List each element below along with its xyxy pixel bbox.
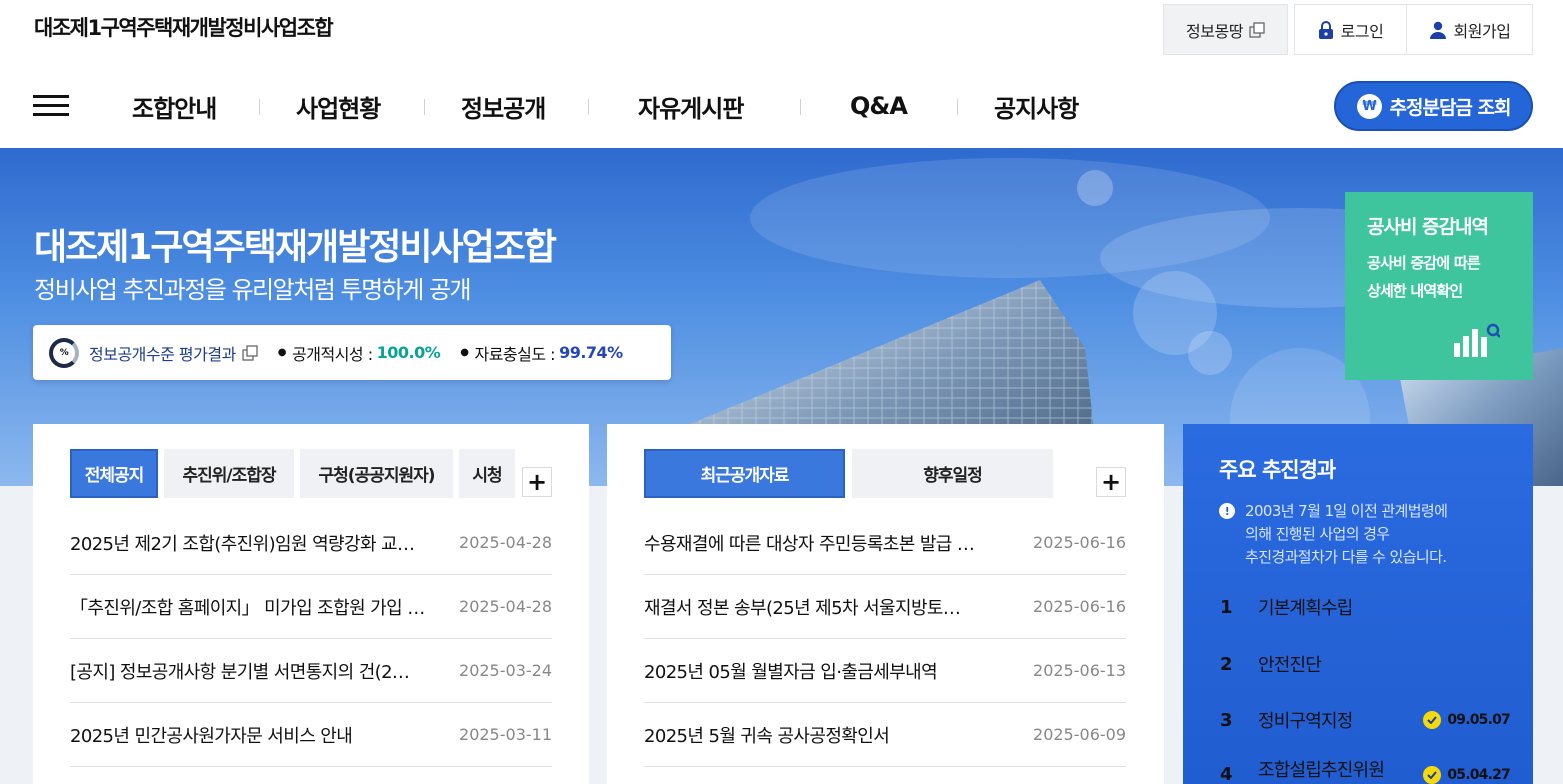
tab-all-notices[interactable]: 전체공지 xyxy=(70,449,158,498)
step-label: 기본계획수립 xyxy=(1258,598,1353,619)
login-label: 로그인 xyxy=(1340,21,1384,41)
list-item[interactable]: 2025년 제2기 조합(추진위)임원 역량강화 교… 2025-04-28 xyxy=(70,511,552,575)
nav-divider xyxy=(424,99,425,115)
list-item[interactable]: 「추진위/조합 홈페이지」 미가입 조합원 가입 … 2025-04-28 xyxy=(70,575,552,639)
info-icon: ! xyxy=(1219,503,1235,519)
nav-item-free-board[interactable]: 자유게시판 xyxy=(638,88,744,124)
progress-title: 주요 추진경과 xyxy=(1219,458,1336,482)
nav-divider xyxy=(957,99,958,115)
list-item-title: 2025년 민간공사원가자문 서비스 안내 xyxy=(70,725,353,747)
estimate-share-label: 추정분담금 조회 xyxy=(1389,96,1512,119)
percent-icon: % xyxy=(49,337,79,368)
list-item-date: 2025-06-16 xyxy=(1033,533,1126,552)
step-label: 정비구역지정 xyxy=(1258,711,1353,732)
bullet-icon: ● xyxy=(460,347,469,358)
openness-value: 100.0% xyxy=(376,343,441,362)
list-item[interactable]: 수용재결에 따른 대상자 주민등록초본 발급 … 2025-06-16 xyxy=(644,511,1126,575)
tab-district-office[interactable]: 구청(공공지원자) xyxy=(300,449,453,498)
hero-title: 대조제1구역주택재개발정비사업조합 xyxy=(34,227,557,268)
notice-more-button[interactable]: + xyxy=(522,467,552,497)
progress-step[interactable]: 1 기본계획수립 xyxy=(1220,594,1510,620)
list-item-date: 2025-06-16 xyxy=(1033,597,1126,616)
nav-item-disclosure[interactable]: 정보공개 xyxy=(461,88,546,124)
list-item-date: 2025-06-09 xyxy=(1033,725,1126,744)
join-label: 회원가입 xyxy=(1453,21,1511,41)
nav-divider xyxy=(588,99,589,115)
nav-item-business-status[interactable]: 사업현황 xyxy=(296,88,381,124)
list-item-date: 2025-04-28 xyxy=(459,533,552,552)
nav-item-union-info[interactable]: 조합안내 xyxy=(132,88,217,124)
cost-card-title: 공사비 증감내역 xyxy=(1367,216,1489,238)
bullet-icon: ● xyxy=(277,347,287,358)
nav-item-notices[interactable]: 공지사항 xyxy=(994,88,1079,124)
list-item-title: 수용재결에 따른 대상자 주민등록초본 발급 … xyxy=(644,533,975,555)
step-label: 안전진단 xyxy=(1258,655,1322,676)
nav-item-qna[interactable]: Q&A xyxy=(850,88,908,124)
hero-subtitle: 정비사업 추진과정을 유리알처럼 투명하게 공개 xyxy=(34,276,472,304)
list-item-title: 2025년 05월 월별자금 입·출금세부내역 xyxy=(644,661,938,683)
progress-step[interactable]: 4 조합설립추진위원 05.04.27 xyxy=(1220,752,1511,784)
fidelity-label: 자료충실도 : xyxy=(474,344,556,364)
check-icon xyxy=(1423,765,1442,784)
tab-committee[interactable]: 추진위/조합장 xyxy=(164,449,294,498)
lock-icon xyxy=(1318,20,1334,39)
data-more-button[interactable]: + xyxy=(1096,467,1126,497)
progress-step[interactable]: 3 정비구역지정 09.05.07 xyxy=(1220,707,1511,733)
step-number: 3 xyxy=(1220,709,1233,731)
list-item-date: 2025-06-13 xyxy=(1033,661,1126,680)
progress-note-line: 2003년 7월 1일 이전 관계법령에 xyxy=(1245,502,1448,520)
cost-change-card[interactable]: 공사비 증감내역 공사비 증감에 따른 상세한 내역확인 xyxy=(1345,192,1533,380)
list-item-date: 2025-03-11 xyxy=(459,725,552,744)
step-date-value: 05.04.27 xyxy=(1447,766,1510,783)
cost-card-desc-2: 상세한 내역확인 xyxy=(1367,282,1463,300)
tab-upcoming-schedule[interactable]: 향후일정 xyxy=(852,449,1053,498)
step-date: 05.04.27 xyxy=(1423,754,1511,784)
login-button[interactable]: 로그인 xyxy=(1294,4,1406,55)
list-item-title: 2025년 제2기 조합(추진위)임원 역량강화 교… xyxy=(70,533,415,555)
progress-note: ! 2003년 7월 1일 이전 관계법령에 의해 진행된 사업의 경우 추진경… xyxy=(1219,500,1497,569)
list-item-title: 2025년 5월 귀속 공사공정확인서 xyxy=(644,725,890,747)
evaluation-result-link[interactable]: 정보공개수준 평가결과 xyxy=(89,341,258,365)
check-icon xyxy=(1423,711,1442,729)
list-item[interactable]: 2025년 민간공사원가자문 서비스 안내 2025-03-11 xyxy=(70,703,552,767)
info-link-label: 정보몽땅 xyxy=(1186,21,1243,41)
tab-city-hall[interactable]: 시청 xyxy=(459,449,515,498)
list-item[interactable]: 2025년 05월 월별자금 입·출금세부내역 2025-06-13 xyxy=(644,639,1126,703)
list-item[interactable]: 2025년 5월 귀속 공사공정확인서 2025-06-09 xyxy=(644,703,1126,767)
list-item-date: 2025-04-28 xyxy=(459,597,552,616)
step-date: 09.05.07 xyxy=(1423,711,1511,729)
user-icon xyxy=(1429,21,1447,39)
list-item-date: 2025-03-24 xyxy=(459,661,552,680)
step-number: 4 xyxy=(1220,764,1233,784)
join-button[interactable]: 회원가입 xyxy=(1406,4,1533,55)
won-icon: ₩ xyxy=(1356,93,1382,119)
step-number: 2 xyxy=(1220,653,1233,675)
list-item-title: [공지] 정보공개사항 분기별 서면통지의 건(2… xyxy=(70,661,410,683)
step-label: 조합설립추진위원 xyxy=(1258,759,1385,781)
list-item-title: 「추진위/조합 홈페이지」 미가입 조합원 가입 … xyxy=(70,597,425,619)
list-item[interactable]: [공지] 정보공개사항 분기별 서면통지의 건(2… 2025-03-24 xyxy=(70,639,552,703)
step-date-value: 09.05.07 xyxy=(1447,712,1510,728)
progress-note-line: 추진경과절차가 다를 수 있습니다. xyxy=(1245,548,1447,566)
list-item[interactable]: 재결서 정본 송부(25년 제5차 서울지방토… 2025-06-16 xyxy=(644,575,1126,639)
list-item-title: 재결서 정본 송부(25년 제5차 서울지방토… xyxy=(644,597,961,619)
openness-label: 공개적시성 : xyxy=(292,344,373,364)
external-link-icon xyxy=(1249,21,1265,38)
nav-divider xyxy=(259,99,260,115)
hamburger-menu-icon[interactable] xyxy=(33,95,69,117)
evaluation-summary: % 정보공개수준 평가결과 ● 공개적시성 : 100.0% ● 자료충실도 :… xyxy=(33,325,671,380)
fidelity-value: 99.74% xyxy=(559,343,623,362)
info-link[interactable]: 정보몽땅 xyxy=(1163,4,1288,55)
cost-card-desc-1: 공사비 증감에 따른 xyxy=(1367,254,1481,272)
estimate-share-button[interactable]: ₩ 추정분담금 조회 xyxy=(1334,81,1533,131)
nav-divider xyxy=(800,99,801,115)
bar-chart-search-icon xyxy=(1454,323,1501,361)
external-link-icon xyxy=(242,344,258,361)
progress-note-line: 의해 진행된 사업의 경우 xyxy=(1245,525,1390,543)
step-number: 1 xyxy=(1220,596,1233,618)
tab-recent-data[interactable]: 최근공개자료 xyxy=(644,449,845,498)
site-title[interactable]: 대조제1구역주택재개발정비사업조합 xyxy=(34,12,334,42)
progress-step[interactable]: 2 안전진단 xyxy=(1220,651,1510,677)
evaluation-result-label: 정보공개수준 평가결과 xyxy=(89,344,236,364)
